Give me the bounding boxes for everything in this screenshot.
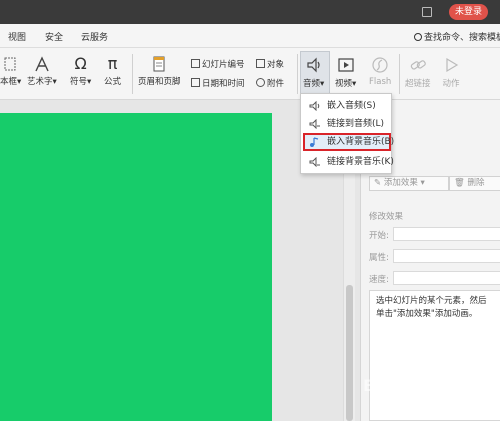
speed-label: 速度:	[369, 275, 389, 285]
video-icon	[338, 58, 354, 72]
linked-speaker-icon	[309, 119, 320, 129]
search-command[interactable]: 查找命令、搜索模板	[414, 30, 500, 43]
textbox-button[interactable]: 本框▾	[0, 56, 21, 87]
login-button[interactable]: 未登录	[449, 4, 489, 20]
baidu-watermark: Bai 经验	[363, 376, 430, 395]
menu-item-link-bg-music[interactable]: 链接背景音乐(K)	[303, 153, 394, 171]
menu-security[interactable]: 安全	[45, 30, 63, 43]
object-button[interactable]: 对象	[256, 58, 284, 70]
property-field[interactable]	[393, 249, 500, 263]
datetime-button[interactable]: 日期和时间	[191, 77, 245, 89]
add-effect-button[interactable]: ✎ 添加效果 ▾	[369, 176, 449, 191]
menu-item-embed-audio[interactable]: 嵌入音频(S)	[303, 97, 391, 115]
header-footer-icon	[153, 56, 165, 72]
flash-icon	[372, 57, 388, 73]
play-icon	[446, 57, 459, 73]
slide[interactable]	[0, 113, 272, 421]
search-label: 查找命令、搜索模板	[424, 33, 500, 43]
wordart-button[interactable]: 艺术字▾	[27, 56, 57, 87]
symbol-button[interactable]: Ω 符号▾	[70, 54, 91, 88]
wordart-icon	[35, 56, 49, 72]
object-icon	[256, 59, 265, 68]
ribbon-separator	[297, 54, 298, 94]
window-mode-icon[interactable]	[422, 7, 432, 17]
video-button[interactable]: 视频▾	[335, 56, 356, 89]
textbox-icon	[4, 57, 16, 71]
slide-number-icon	[191, 59, 200, 68]
speaker-icon	[307, 57, 320, 73]
baidu-watermark-url: jingyan.baidu.com	[373, 396, 447, 405]
menu-item-link-audio[interactable]: 链接到音频(L)	[303, 115, 391, 133]
delete-effect-button[interactable]: 🗑 删除	[449, 176, 500, 191]
menu-view[interactable]: 视图	[8, 30, 26, 43]
paperclip-icon	[256, 78, 265, 87]
header-footer-button[interactable]: 页眉和页脚	[138, 56, 181, 87]
action-button[interactable]: 动作	[442, 56, 460, 89]
menu-cloud[interactable]: 云服务	[81, 30, 108, 43]
link-icon	[410, 60, 426, 70]
scrollbar-thumb[interactable]	[346, 285, 353, 421]
music-note-icon	[310, 137, 319, 147]
calendar-icon	[191, 78, 200, 87]
start-label: 开始:	[369, 231, 389, 241]
flash-button[interactable]: Flash	[369, 56, 391, 87]
ribbon-separator	[132, 54, 133, 94]
ribbon-separator	[399, 54, 400, 94]
property-label: 属性:	[369, 253, 389, 263]
search-icon	[414, 33, 422, 41]
title-bar: 未登录	[0, 0, 500, 24]
speed-field[interactable]	[393, 271, 500, 285]
attachment-button[interactable]: 附件	[256, 77, 284, 89]
menu-item-embed-bg-music[interactable]: 嵌入背景音乐(B)	[303, 133, 394, 151]
omega-icon: Ω	[74, 54, 87, 73]
start-field[interactable]	[393, 227, 500, 241]
audio-dropdown-menu: 嵌入音频(S) 链接到音频(L) 嵌入背景音乐(B) 链接背景音乐(K)	[300, 93, 394, 174]
modify-effect-label: 修改效果	[369, 212, 404, 222]
formula-button[interactable]: π 公式	[104, 54, 121, 88]
speaker-icon	[309, 101, 320, 111]
hyperlink-button[interactable]: 超链接	[405, 56, 431, 89]
pi-icon: π	[107, 54, 118, 73]
menu-bar: 视图 安全 云服务 查找命令、搜索模板	[0, 24, 500, 48]
linked-music-icon	[309, 157, 320, 167]
audio-button[interactable]: 音频▾	[303, 56, 324, 89]
slide-number-button[interactable]: 幻灯片编号	[191, 58, 245, 70]
